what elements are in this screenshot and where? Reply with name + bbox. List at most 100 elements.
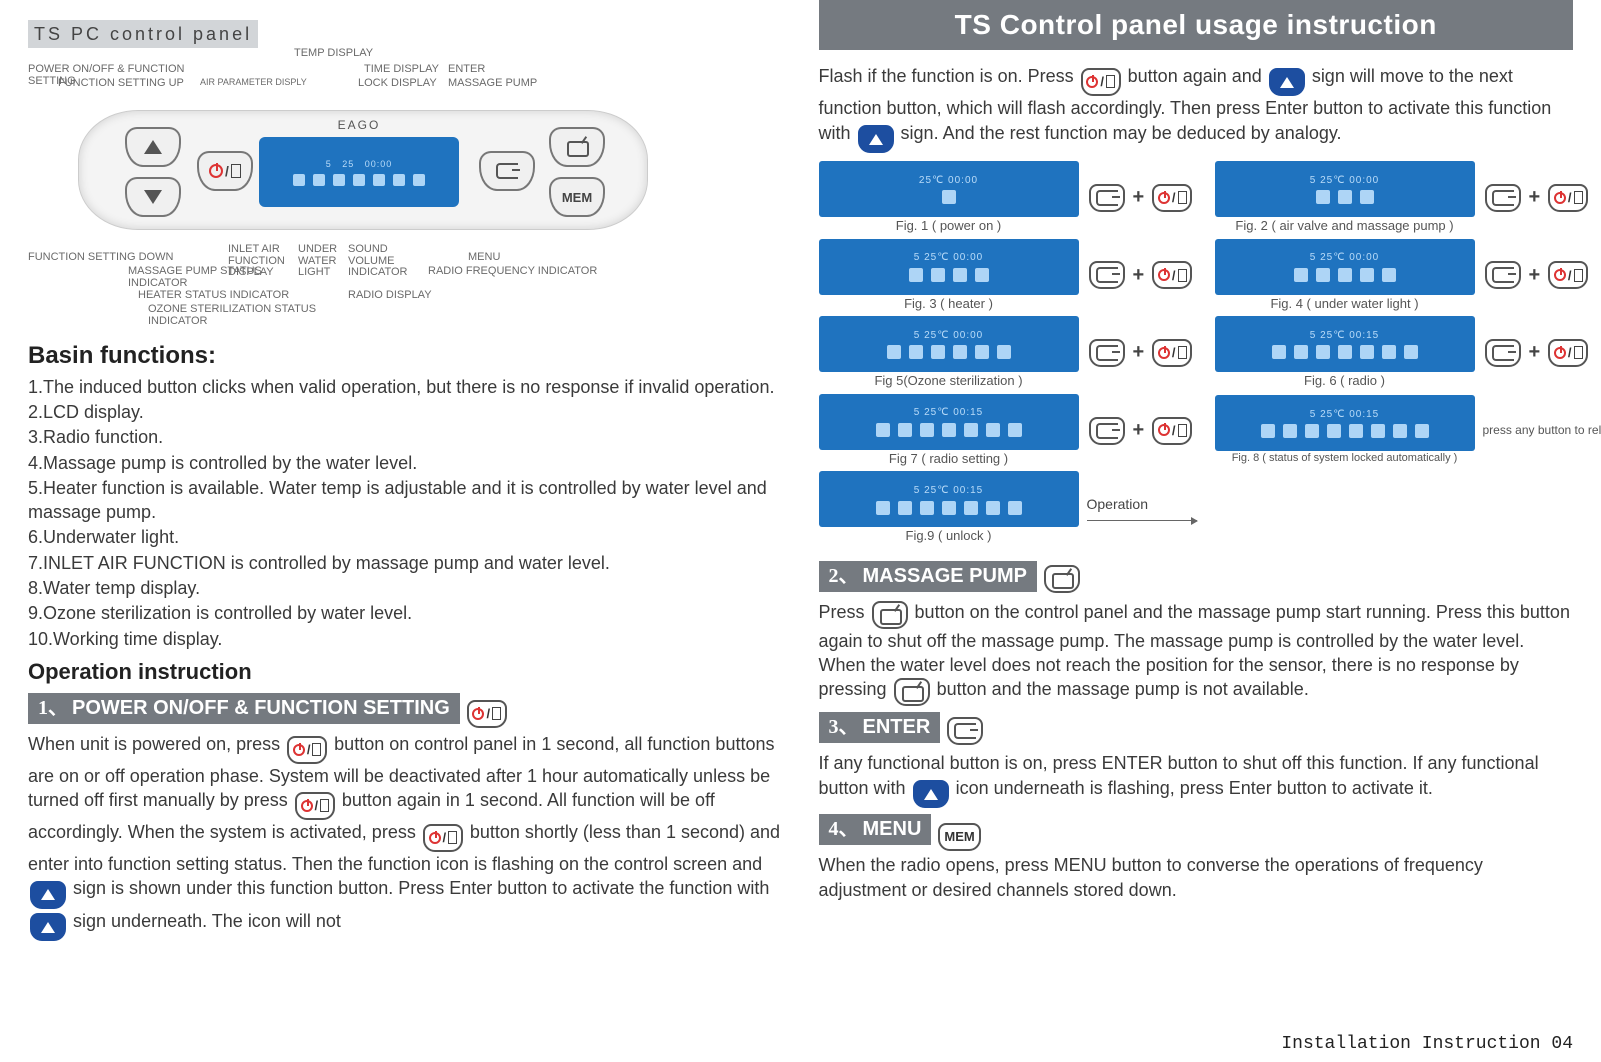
enter-chip-icon <box>1485 339 1521 367</box>
power-chip-icon: / <box>1081 68 1121 96</box>
triangle-down-icon <box>144 190 162 204</box>
fig-1: 25℃ 00:00 <box>819 161 1079 217</box>
pump-chip-icon <box>894 678 930 706</box>
basin-item: 5.Heater function is available. Water te… <box>28 476 783 525</box>
lcd-screen: EAGO 5 25 00:00 <box>259 137 459 207</box>
enter-button <box>479 151 535 191</box>
arrow-line-icon <box>1087 520 1197 521</box>
arrow-chip-icon <box>858 125 894 153</box>
enter-chip-icon <box>1485 184 1521 212</box>
label-ozone-status: OZONE STERILIZATION STATUS INDICATOR <box>148 304 338 327</box>
power-chip-icon: / <box>287 736 327 764</box>
triangle-up-icon <box>144 140 162 154</box>
power-chip-icon: / <box>467 700 507 728</box>
sec3-bar: 3、 ENTER <box>819 712 941 743</box>
label-func-down: FUNCTION SETTING DOWN <box>28 252 173 264</box>
brand-label: EAGO <box>338 117 381 133</box>
sec1-title: POWER ON/OFF & FUNCTION SETTING <box>72 695 450 722</box>
fig-3: 5 25℃ 00:00 <box>819 239 1079 295</box>
pump-icon <box>567 138 587 156</box>
enter-chip-icon <box>947 717 983 745</box>
sec4-title: MENU <box>863 816 922 843</box>
basin-item: 3.Radio function. <box>28 425 783 449</box>
basin-item: 10.Working time display. <box>28 627 783 651</box>
mem-button: MEM <box>549 177 605 217</box>
label-air-param: AIR PARAMETER DISPLY <box>200 78 307 87</box>
fig-9: 5 25℃ 00:15 <box>819 471 1079 527</box>
basin-item: 6.Underwater light. <box>28 525 783 549</box>
pump-chip-icon <box>1044 565 1080 593</box>
arrow-chip-icon <box>1269 68 1305 96</box>
enter-icon <box>496 163 518 179</box>
fig-5-cap: Fig 5(Ozone sterilization ) <box>819 372 1079 390</box>
sec4-bar: 4、 MENU <box>819 814 932 845</box>
enter-chip-icon <box>1089 184 1125 212</box>
sec3-para: If any functional button is on, press EN… <box>819 751 1574 808</box>
basin-heading: Basin functions: <box>28 340 783 372</box>
label-under-water: UNDER WATER LIGHT <box>298 244 346 279</box>
down-button <box>125 177 181 217</box>
fig-4-cap: Fig. 4 ( under water light ) <box>1215 295 1475 313</box>
power-chip-icon: / <box>1152 261 1192 289</box>
power-chip-icon: / <box>295 792 335 820</box>
basin-item: 7.INLET AIR FUNCTION is controlled by ma… <box>28 551 783 575</box>
sec1-para: When unit is powered on, press / button … <box>28 732 783 942</box>
fig-8: 5 25℃ 00:15 <box>1215 395 1475 451</box>
power-chip-icon: / <box>1548 261 1588 289</box>
basin-item: 2.LCD display. <box>28 400 783 424</box>
basin-item: 1.The induced button clicks when valid o… <box>28 375 783 399</box>
panel-body: EAGO 5 25 00:00 / MEM <box>78 110 648 230</box>
fig-1-cap: Fig. 1 ( power on ) <box>819 217 1079 235</box>
basin-item: 8.Water temp display. <box>28 576 783 600</box>
arrow-chip-icon <box>30 881 66 909</box>
sec4-para: When the radio opens, press MENU button … <box>819 853 1574 902</box>
basin-item: 4.Massage pump is controlled by the wate… <box>28 451 783 475</box>
sec1-bar: 1、 POWER ON/OFF & FUNCTION SETTING <box>28 693 460 724</box>
arrow-chip-icon <box>30 913 66 941</box>
basin-item: 9.Ozone sterilization is controlled by w… <box>28 601 783 625</box>
fig-8-note: press any button to release <box>1483 424 1601 437</box>
label-radio-display: RADIO DISPLAY <box>348 290 432 302</box>
fig-7: 5 25℃ 00:15 <box>819 394 1079 450</box>
arrow-chip-icon <box>913 780 949 808</box>
label-massage-status: MASSAGE PUMP STATUS INDICATOR <box>128 266 278 289</box>
fig-8-cap: Fig. 8 ( status of system locked automat… <box>1215 451 1475 466</box>
fig-9-cap: Fig.9 ( unlock ) <box>819 527 1079 545</box>
fig-9-side: Operation <box>1087 495 1148 514</box>
power-icon <box>209 164 223 178</box>
sec2-title: MASSAGE PUMP <box>863 563 1027 590</box>
enter-chip-icon <box>1089 339 1125 367</box>
main-title: TS Control panel usage instruction <box>819 0 1574 50</box>
sec2-num: 2、 <box>829 563 859 590</box>
basin-list: 1.The induced button clicks when valid o… <box>28 375 783 651</box>
op-heading: Operation instruction <box>28 657 783 687</box>
mem-chip-icon: MEM <box>938 823 980 851</box>
label-enter: ENTER <box>448 64 485 76</box>
pump-button <box>549 127 605 167</box>
right-intro: Flash if the function is on. Press / but… <box>819 64 1574 153</box>
power-chip-icon: / <box>1548 339 1588 367</box>
sub-title: TS PC control panel <box>28 20 258 48</box>
label-temp: TEMP DISPLAY <box>294 48 373 60</box>
label-menu: MENU <box>468 252 500 264</box>
power-chip-icon: / <box>1548 184 1588 212</box>
label-lock: LOCK DISPLAY <box>358 78 437 90</box>
page-footer: Installation Instruction 04 <box>1281 1032 1573 1056</box>
power-button: / <box>197 151 253 191</box>
sec1-num: 1、 <box>38 695 68 722</box>
enter-chip-icon <box>1485 261 1521 289</box>
sec4-num: 4、 <box>829 816 859 843</box>
fig-6: 5 25℃ 00:15 <box>1215 316 1475 372</box>
sec2-bar: 2、 MASSAGE PUMP <box>819 561 1037 592</box>
label-time: TIME DISPLAY <box>364 64 439 76</box>
fig-2-cap: Fig. 2 ( air valve and massage pump ) <box>1215 217 1475 235</box>
power-chip-icon: / <box>423 824 463 852</box>
fig-2: 5 25℃ 00:00 <box>1215 161 1475 217</box>
sec3-title: ENTER <box>863 714 931 741</box>
fig-5: 5 25℃ 00:00 <box>819 316 1079 372</box>
fig-4: 5 25℃ 00:00 <box>1215 239 1475 295</box>
label-radio-freq: RADIO FREQUENCY INDICATOR <box>428 266 597 278</box>
sec2-para: Press button on the control panel and th… <box>819 600 1574 707</box>
sec3-num: 3、 <box>829 714 859 741</box>
label-func-up: FUNCTION SETTING UP <box>58 78 184 90</box>
